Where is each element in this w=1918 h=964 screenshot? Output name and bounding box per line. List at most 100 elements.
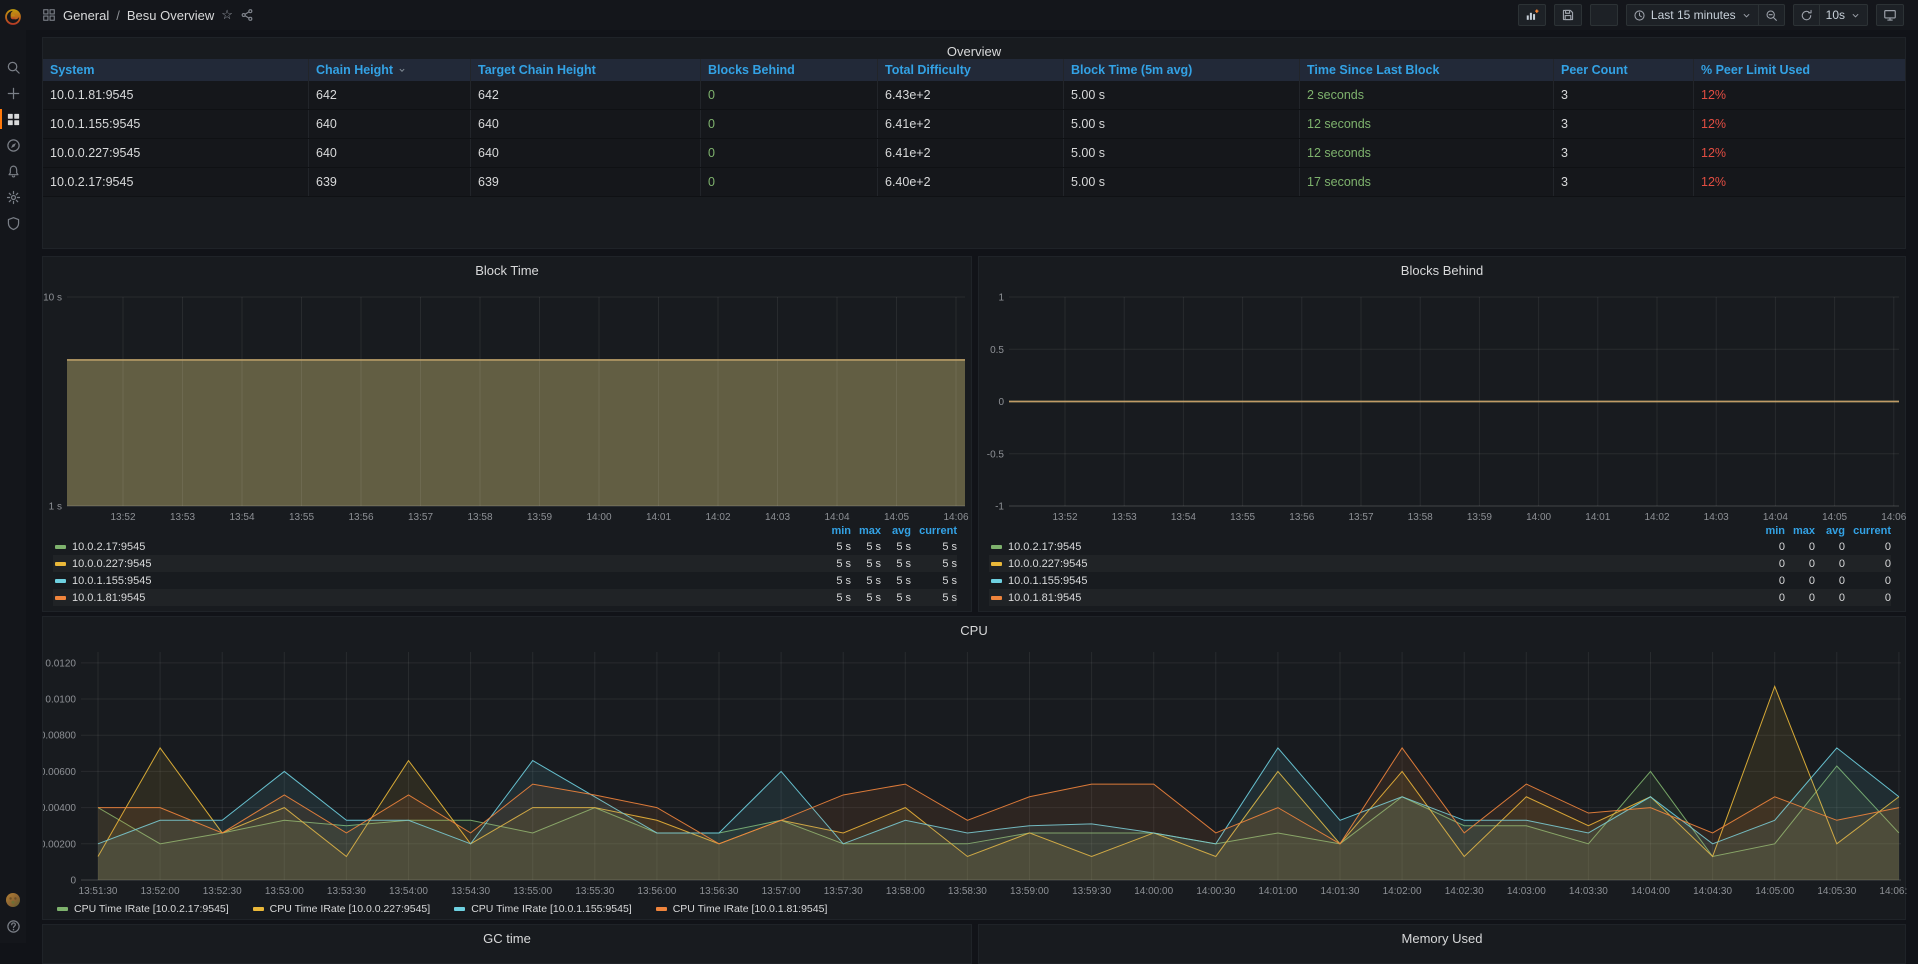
table-cell: 6.40e+2 — [878, 168, 1064, 196]
series-name[interactable]: 10.0.1.81:9545 — [72, 592, 821, 604]
svg-text:14:00:00: 14:00:00 — [1134, 886, 1173, 897]
svg-text:-0.5: -0.5 — [987, 449, 1005, 460]
table-cell: 10.0.0.227:9545 — [43, 139, 309, 167]
series-name[interactable]: 10.0.1.81:9545 — [1008, 592, 1755, 604]
legend-col-min[interactable]: min — [821, 525, 851, 537]
panel-title-gc-time[interactable]: GC time — [43, 931, 971, 946]
column-header-peer-count[interactable]: Peer Count — [1554, 59, 1694, 81]
table-cell: 12% — [1694, 168, 1903, 196]
svg-text:0.00600: 0.00600 — [43, 767, 76, 778]
table-row: 10.0.0.227:954564064006.41e+25.00 s12 se… — [43, 139, 1905, 168]
series-name[interactable]: 10.0.0.227:9545 — [1008, 558, 1755, 570]
refresh-button[interactable] — [1793, 4, 1820, 26]
breadcrumb-separator: / — [116, 8, 120, 23]
sidebar-item-search[interactable] — [0, 54, 26, 80]
column-header-total-difficulty[interactable]: Total Difficulty — [878, 59, 1064, 81]
column-header-system[interactable]: System — [43, 59, 309, 81]
share-icon[interactable] — [240, 8, 254, 22]
sidebar-item-plus[interactable] — [0, 80, 26, 106]
sidebar-item-dashboards[interactable] — [0, 106, 26, 132]
cpu-legend-item[interactable]: CPU Time IRate [10.0.1.155:9545] — [452, 903, 632, 915]
legend-col-avg[interactable]: avg — [1815, 525, 1845, 537]
breadcrumb-section[interactable]: General — [63, 8, 109, 23]
cpu-chart: 0.01200.01000.008000.006000.004000.00200… — [43, 641, 1907, 904]
sidebar-item-explore-compass[interactable] — [0, 132, 26, 158]
svg-text:13:53:30: 13:53:30 — [327, 886, 366, 897]
table-cell: 640 — [309, 139, 471, 167]
series-name[interactable]: 10.0.2.17:9545 — [1008, 541, 1755, 553]
add-panel-icon — [1525, 8, 1539, 22]
table-cell: 12% — [1694, 139, 1903, 167]
panel-title-overview[interactable]: Overview — [43, 44, 1905, 59]
svg-text:14:03: 14:03 — [1704, 512, 1729, 523]
time-range-picker[interactable]: Last 15 minutes — [1626, 4, 1759, 26]
series-name: CPU Time IRate [10.0.1.155:9545] — [471, 903, 632, 915]
table-cell: 12% — [1694, 81, 1903, 109]
table-cell: 10.0.1.81:9545 — [43, 81, 309, 109]
save-dashboard-button[interactable] — [1554, 4, 1582, 26]
legend-col-min[interactable]: min — [1755, 525, 1785, 537]
series-name[interactable]: 10.0.1.155:9545 — [1008, 575, 1755, 587]
sidebar-item-configuration-gear[interactable] — [0, 184, 26, 210]
legend-row: 10.0.2.17:95450000 — [989, 538, 1891, 555]
svg-text:13:52: 13:52 — [1052, 512, 1077, 523]
add-panel-button[interactable] — [1518, 4, 1546, 26]
panel-overview: Overview SystemChain HeightTarget Chain … — [42, 37, 1906, 249]
series-name[interactable]: 10.0.2.17:9545 — [72, 541, 821, 553]
series-stat: 0 — [1785, 592, 1815, 604]
svg-text:13:58:30: 13:58:30 — [948, 886, 987, 897]
legend-col-current[interactable]: current — [1845, 525, 1891, 537]
svg-text:14:05: 14:05 — [884, 512, 909, 523]
svg-text:13:57: 13:57 — [408, 512, 433, 523]
column-header-block-time-5m-avg-[interactable]: Block Time (5m avg) — [1064, 59, 1300, 81]
svg-text:14:06:00: 14:06:00 — [1879, 886, 1907, 897]
cpu-legend-item[interactable]: CPU Time IRate [10.0.1.81:9545] — [654, 903, 828, 915]
cycle-view-button[interactable] — [1876, 4, 1904, 26]
svg-text:13:53: 13:53 — [170, 512, 195, 523]
panel-title-block-time[interactable]: Block Time — [43, 263, 971, 278]
refresh-interval-picker[interactable]: 10s — [1820, 4, 1868, 26]
legend-col-avg[interactable]: avg — [881, 525, 911, 537]
series-stat: 0 — [1815, 541, 1845, 553]
table-cell: 6.43e+2 — [878, 81, 1064, 109]
column-header-target-chain-height[interactable]: Target Chain Height — [471, 59, 701, 81]
panel-title-cpu[interactable]: CPU — [43, 623, 1905, 638]
sidebar-item-shield[interactable] — [0, 210, 26, 236]
svg-text:13:51:30: 13:51:30 — [79, 886, 118, 897]
legend-col-max[interactable]: max — [851, 525, 881, 537]
grafana-logo[interactable] — [0, 4, 26, 30]
column-header-blocks-behind[interactable]: Blocks Behind — [701, 59, 878, 81]
sidebar-item-user-avatar[interactable] — [0, 887, 26, 913]
table-cell: 640 — [471, 110, 701, 138]
zoom-out-icon — [1765, 9, 1778, 22]
zoom-out-button[interactable] — [1759, 4, 1785, 26]
legend-col-max[interactable]: max — [1785, 525, 1815, 537]
sidebar-item-help-icon[interactable] — [0, 913, 26, 939]
column-header-chain-height[interactable]: Chain Height — [309, 59, 471, 81]
breadcrumb-title[interactable]: Besu Overview — [127, 8, 214, 23]
series-name[interactable]: 10.0.0.227:9545 — [72, 558, 821, 570]
series-color-chip — [991, 579, 1002, 583]
table-row: 10.0.1.155:954564064006.41e+25.00 s12 se… — [43, 110, 1905, 139]
cpu-legend-item[interactable]: CPU Time IRate [10.0.0.227:9545] — [251, 903, 431, 915]
table-cell: 6.41e+2 — [878, 139, 1064, 167]
column-header-time-since-last-block[interactable]: Time Since Last Block — [1300, 59, 1554, 81]
svg-text:13:58: 13:58 — [1408, 512, 1433, 523]
column-header--peer-limit-used[interactable]: % Peer Limit Used — [1694, 59, 1903, 81]
table-header-row: SystemChain HeightTarget Chain HeightBlo… — [43, 59, 1905, 81]
dashboard-settings-button[interactable] — [1590, 4, 1618, 26]
panel-gc-time: GC time — [42, 924, 972, 964]
block-time-chart: 10 s1 s13:5213:5313:5413:5513:5613:5713:… — [43, 285, 973, 530]
table-cell: 3 — [1554, 168, 1694, 196]
overview-table: SystemChain HeightTarget Chain HeightBlo… — [43, 59, 1905, 197]
legend-col-current[interactable]: current — [911, 525, 957, 537]
panel-title-blocks-behind[interactable]: Blocks Behind — [979, 263, 1905, 278]
sidebar-item-alerting-bell[interactable] — [0, 158, 26, 184]
star-icon[interactable]: ☆ — [221, 7, 233, 23]
panel-title-memory-used[interactable]: Memory Used — [979, 931, 1905, 946]
dashboard-grid-icon — [42, 8, 56, 22]
series-stat: 0 — [1755, 541, 1785, 553]
series-name[interactable]: 10.0.1.155:9545 — [72, 575, 821, 587]
svg-text:13:59: 13:59 — [527, 512, 552, 523]
cpu-legend-item[interactable]: CPU Time IRate [10.0.2.17:9545] — [55, 903, 229, 915]
